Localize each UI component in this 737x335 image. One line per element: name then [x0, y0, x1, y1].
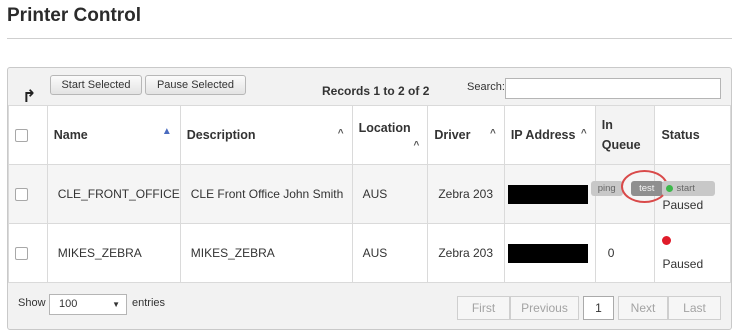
title-divider — [7, 38, 732, 39]
row-select-cell — [8, 164, 48, 224]
records-info: Records 1 to 2 of 2 — [322, 84, 430, 98]
queue-count: 0 — [607, 246, 615, 260]
sort-icon: ^ — [580, 128, 587, 139]
table-row: MIKES_ZEBRA MIKES_ZEBRA AUS Zebra 203 0 … — [8, 223, 731, 283]
pager-previous-button[interactable]: Previous — [510, 296, 579, 320]
status-text: Paused — [662, 257, 704, 271]
page-title: Printer Control — [7, 5, 142, 26]
printer-table: Name ▲ Description ^ Location ^ Driver ^ IP … — [8, 105, 731, 283]
search-input[interactable] — [505, 78, 721, 99]
start-selected-button[interactable]: Start Selected — [50, 75, 142, 95]
redacted-ip — [507, 184, 588, 204]
start-button[interactable]: start — [662, 181, 716, 196]
sort-icon: ^ — [337, 128, 344, 139]
sort-icon: ^ — [489, 128, 496, 139]
table-toolbar: ↱ Start Selected Pause Selected Records … — [8, 68, 731, 105]
column-header-location[interactable]: Location ^ — [351, 105, 429, 165]
header-row: Name ▲ Description ^ Location ^ Driver ^ IP … — [8, 105, 731, 165]
page-length-select[interactable]: 100 ▼ — [49, 294, 127, 315]
column-header-description[interactable]: Description ^ — [179, 105, 353, 165]
status-cell: start Paused — [654, 164, 731, 224]
row-select-cell — [8, 223, 48, 283]
row-checkbox[interactable] — [15, 247, 28, 261]
printer-description: CLE Front Office John Smith — [190, 187, 344, 201]
pager-first-button[interactable]: First — [457, 296, 510, 320]
select-all-header — [8, 105, 48, 165]
printer-table-panel: ↱ Start Selected Pause Selected Records … — [7, 67, 732, 330]
printer-driver: Zebra 203 — [438, 246, 494, 260]
chevron-down-icon: ▼ — [112, 300, 120, 309]
in-queue-cell: 0 — [594, 223, 656, 283]
in-queue-cell: ping test — [590, 164, 668, 224]
ip-address-cell — [503, 164, 596, 224]
column-header-name[interactable]: Name ▲ — [46, 105, 181, 165]
column-header-in-queue[interactable]: In Queue — [594, 105, 656, 165]
search-label: Search: — [467, 81, 505, 93]
running-dot-icon — [666, 185, 674, 192]
redacted-ip — [507, 243, 588, 263]
sort-icon: ^ — [413, 140, 420, 151]
select-arrow-icon: ↱ — [22, 87, 37, 106]
column-header-ip-address[interactable]: IP Address ^ — [503, 105, 596, 165]
pager-last-button[interactable]: Last — [668, 296, 721, 320]
printer-driver: Zebra 203 — [438, 187, 494, 201]
status-text: Paused — [662, 198, 704, 212]
column-header-status[interactable]: Status — [654, 105, 731, 165]
column-header-driver[interactable]: Driver ^ — [427, 105, 505, 165]
entries-label: entries — [132, 297, 166, 309]
ip-address-cell — [503, 223, 596, 283]
paused-dot-icon — [662, 236, 672, 245]
printer-location: AUS — [362, 246, 388, 260]
printer-description: MIKES_ZEBRA — [190, 246, 275, 260]
pause-selected-button[interactable]: Pause Selected — [145, 75, 246, 95]
row-checkbox[interactable] — [15, 188, 28, 202]
table-footer: Show 100 ▼ entries First Previous 1 Next … — [8, 284, 731, 329]
ping-button[interactable]: ping — [590, 181, 623, 196]
printer-name: CLE_FRONT_OFFICE — [57, 187, 180, 201]
pager-page-button[interactable]: 1 — [583, 296, 614, 320]
select-all-checkbox[interactable] — [15, 129, 28, 143]
show-label: Show — [18, 297, 46, 309]
sort-asc-icon: ▲ — [161, 126, 172, 137]
printer-location: AUS — [362, 187, 388, 201]
printer-name: MIKES_ZEBRA — [57, 246, 142, 260]
table-row: CLE_FRONT_OFFICE CLE Front Office John S… — [8, 164, 731, 224]
status-cell: Paused — [654, 223, 731, 283]
pager-next-button[interactable]: Next — [618, 296, 668, 320]
